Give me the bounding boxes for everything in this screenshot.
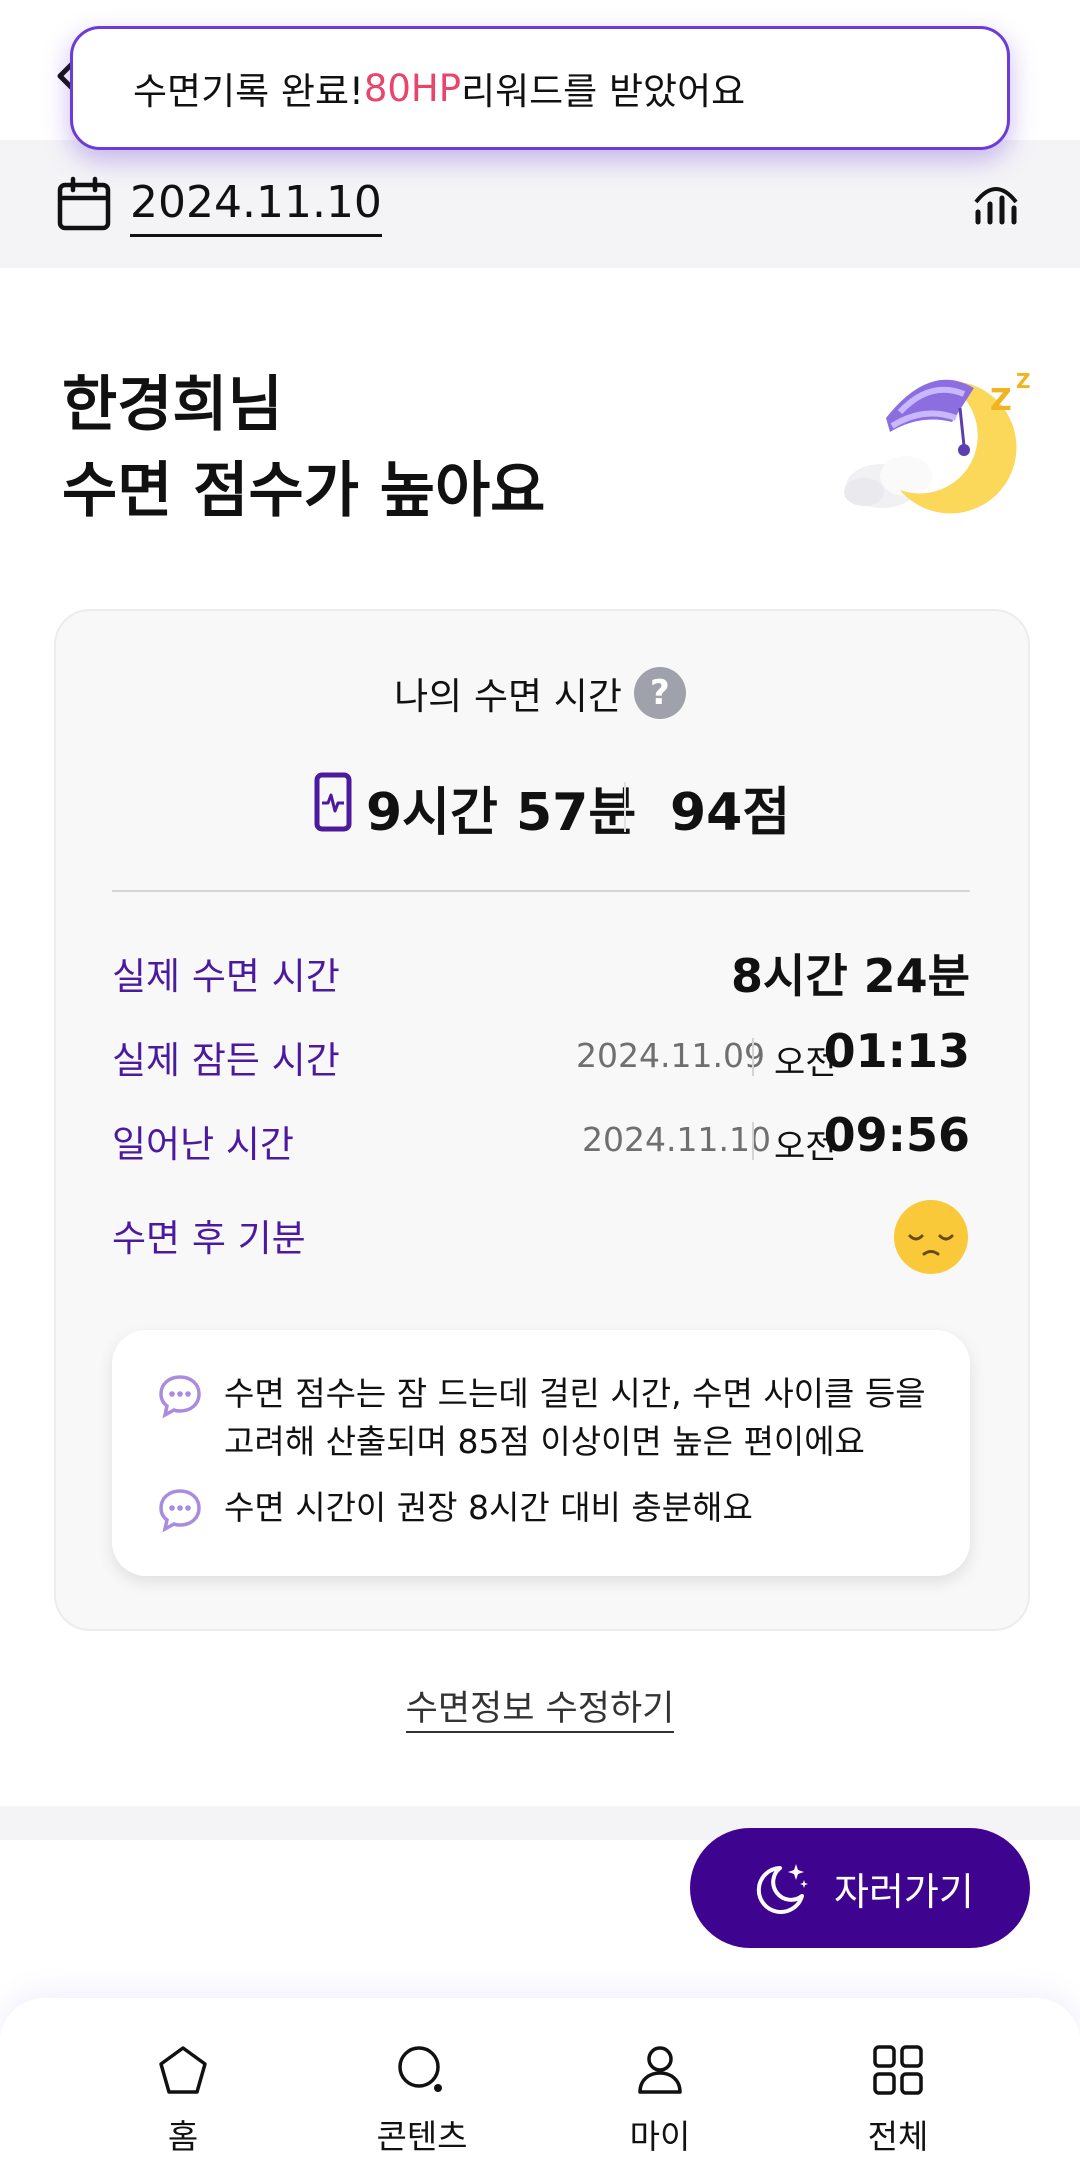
woke-up-time: 09:56 [823, 1108, 970, 1162]
go-to-sleep-button[interactable]: 자러가기 [690, 1828, 1030, 1948]
divider [624, 782, 626, 832]
tip-score-line2: 고려해 산출되며 85점 이상이면 높은 편이에요 [224, 1422, 865, 1461]
divider [752, 1122, 754, 1160]
tab-contents-label: 콘텐츠 [376, 2117, 468, 2156]
actual-sleep-label: 실제 수면 시간 [112, 955, 340, 998]
tab-my-label: 마이 [629, 2117, 691, 2156]
user-icon [638, 2046, 682, 2094]
go-to-sleep-label: 자러가기 [834, 1869, 974, 1914]
actual-sleep-value: 8시간 24분 [731, 949, 970, 1003]
search-icon [398, 2046, 442, 2092]
sleep-time-title-row: 나의 수면 시간? [0, 666, 1080, 720]
sleepy-face-icon[interactable] [892, 1198, 970, 1276]
divider [112, 890, 970, 892]
fell-asleep-label: 실제 잠든 시간 [112, 1039, 340, 1082]
help-icon[interactable]: ? [633, 667, 686, 719]
tab-home-label: 홈 [167, 2117, 199, 2156]
sleep-score: 94점 [670, 783, 791, 843]
mood-label: 수면 후 기분 [112, 1217, 306, 1260]
svg-text:Z: Z [990, 383, 1012, 418]
sleep-time-title: 나의 수면 시간 [394, 675, 622, 718]
divider [752, 1038, 754, 1076]
grid-icon [873, 2045, 923, 2095]
tab-contents[interactable]: 콘텐츠 [342, 2042, 502, 2158]
woke-up-date: 2024.11.10 [582, 1120, 771, 1159]
reward-toast: 수면기록 완료! 80HP 리워드를 받았어요 [70, 26, 1010, 150]
toast-hp-highlight: 80HP [363, 66, 462, 110]
tab-my[interactable]: 마이 [580, 2042, 740, 2158]
svg-text:Z: Z [1016, 369, 1031, 393]
moon-stars-icon [756, 1864, 808, 1914]
total-sleep-duration: 9시간 57분 [366, 783, 637, 843]
chat-bubble-icon [159, 1489, 201, 1533]
sleeping-moon-illustration: Z Z [844, 369, 1031, 514]
phone-heartbeat-icon [314, 772, 352, 832]
tab-all[interactable]: 전체 [818, 2042, 978, 2158]
tip-score-line1: 수면 점수는 잠 드는데 걸린 시간, 수면 사이클 등을 [224, 1374, 926, 1413]
chat-bubble-icon [159, 1375, 201, 1419]
tip-duration: 수면 시간이 권장 8시간 대비 충분해요 [224, 1488, 753, 1527]
fell-asleep-time: 01:13 [823, 1024, 970, 1078]
tab-home[interactable]: 홈 [103, 2042, 263, 2158]
home-icon [159, 2046, 207, 2094]
greeting-name: 한경희님 [62, 370, 283, 440]
greeting-message: 수면 점수가 높아요 [62, 456, 546, 526]
calendar-icon[interactable] [56, 176, 112, 232]
bar-chart-icon[interactable] [968, 172, 1024, 228]
toast-prefix: 수면기록 완료! [133, 70, 364, 113]
edit-sleep-info-link[interactable]: 수면정보 수정하기 [405, 1689, 675, 1733]
fell-asleep-date: 2024.11.09 [576, 1036, 765, 1075]
woke-up-label: 일어난 시간 [112, 1123, 294, 1166]
selected-date[interactable]: 2024.11.10 [130, 174, 382, 237]
edit-sleep-info-row: 수면정보 수정하기 [0, 1680, 1080, 1733]
toast-suffix: 리워드를 받았어요 [461, 70, 746, 113]
tab-all-label: 전체 [867, 2117, 929, 2156]
